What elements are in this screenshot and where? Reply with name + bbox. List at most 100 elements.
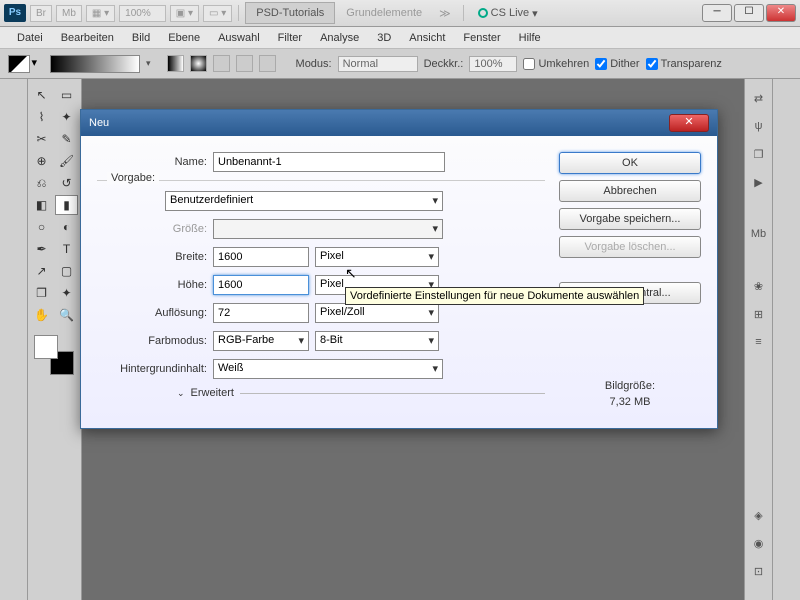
transparency-checkbox[interactable]: Transparenz xyxy=(646,58,722,70)
type-tool-icon[interactable]: T xyxy=(55,239,78,259)
gradient-angular-icon[interactable] xyxy=(213,55,230,72)
window-close-button[interactable]: ✕ xyxy=(766,4,796,22)
menu-3d[interactable]: 3D xyxy=(368,29,400,47)
shape-tool-icon[interactable]: ▢ xyxy=(55,261,78,281)
panel-icon[interactable]: ψ xyxy=(750,117,768,135)
ps-logo: Ps xyxy=(4,4,26,22)
bridge-button[interactable]: Br xyxy=(30,5,52,22)
resolution-unit-dropdown[interactable]: Pixel/Zoll xyxy=(315,303,439,323)
opacity-dropdown[interactable]: 100% xyxy=(469,56,517,72)
mode-dropdown[interactable]: Normal xyxy=(338,56,418,72)
menu-bild[interactable]: Bild xyxy=(123,29,159,47)
bitdepth-dropdown[interactable]: 8-Bit xyxy=(315,331,439,351)
menu-hilfe[interactable]: Hilfe xyxy=(510,29,550,47)
cancel-button[interactable]: Abbrechen xyxy=(559,180,701,202)
color-swatches[interactable] xyxy=(34,335,74,375)
minibridge-button[interactable]: Mb xyxy=(56,5,82,22)
height-input[interactable] xyxy=(213,275,309,295)
zoom-dropdown[interactable]: 100% xyxy=(119,5,166,22)
eyedropper-tool-icon[interactable]: ✎ xyxy=(55,129,78,149)
panel-icon[interactable]: ◉ xyxy=(750,534,768,552)
panel-icon[interactable]: ❐ xyxy=(750,145,768,163)
gradient-preview[interactable] xyxy=(50,55,140,73)
menubar: Datei Bearbeiten Bild Ebene Auswahl Filt… xyxy=(0,27,800,49)
history-tool-icon[interactable]: ↺ xyxy=(55,173,78,193)
window-minimize-button[interactable]: ─ xyxy=(702,4,732,22)
panel-icon[interactable]: ⊞ xyxy=(750,305,768,323)
foreground-color-swatch[interactable] xyxy=(34,335,58,359)
blur-tool-icon[interactable]: ○ xyxy=(30,217,53,237)
workspace-tab-grund[interactable]: Grundelemente xyxy=(335,2,433,24)
workspace-tab-psd[interactable]: PSD-Tutorials xyxy=(245,2,335,24)
reverse-checkbox[interactable]: Umkehren xyxy=(523,58,589,70)
dialog-title: Neu xyxy=(89,117,109,129)
width-unit-dropdown[interactable]: Pixel xyxy=(315,247,439,267)
menu-ansicht[interactable]: Ansicht xyxy=(400,29,454,47)
viewmode-dropdown[interactable]: ▦ ▾ xyxy=(86,5,115,22)
window-maximize-button[interactable]: ☐ xyxy=(734,4,764,22)
zoom-tool-icon[interactable]: 🔍 xyxy=(55,305,78,325)
panel-icon[interactable]: ⇄ xyxy=(750,89,768,107)
pen-tool-icon[interactable]: ✒ xyxy=(30,239,53,259)
panel-icon[interactable]: ≡ xyxy=(750,333,768,351)
dialog-titlebar[interactable]: Neu ✕ xyxy=(81,110,717,136)
wand-tool-icon[interactable]: ✦ xyxy=(55,107,78,127)
tool-preset-dropdown[interactable]: ▾ xyxy=(8,55,30,73)
mode-label: Modus: xyxy=(296,58,332,70)
marquee-tool-icon[interactable]: ▭ xyxy=(55,85,78,105)
3d-tool-icon[interactable]: ❐ xyxy=(30,283,53,303)
filesize-value: 7,32 MB xyxy=(559,396,701,408)
preset-dropdown[interactable]: Benutzerdefiniert xyxy=(165,191,443,211)
brush-tool-icon[interactable]: 🖌 xyxy=(55,151,78,171)
stamp-tool-icon[interactable]: ⎌ xyxy=(30,173,53,193)
menu-datei[interactable]: Datei xyxy=(8,29,52,47)
delete-preset-button: Vorgabe löschen... xyxy=(559,236,701,258)
options-bar: ▾ ▾ Modus: Normal Deckkr.: 100% Umkehren… xyxy=(0,49,800,79)
panel-icon[interactable]: Mb xyxy=(750,225,768,243)
cslive-button[interactable]: CS Live ▾ xyxy=(470,7,546,20)
menu-bearbeiten[interactable]: Bearbeiten xyxy=(52,29,123,47)
arrange-button[interactable]: ▣ ▾ xyxy=(170,5,199,22)
dodge-tool-icon[interactable]: ◐ xyxy=(55,217,78,237)
ok-button[interactable]: OK xyxy=(559,152,701,174)
filesize-label: Bildgröße: xyxy=(559,380,701,392)
menu-auswahl[interactable]: Auswahl xyxy=(209,29,269,47)
save-preset-button[interactable]: Vorgabe speichern... xyxy=(559,208,701,230)
panel-icon[interactable]: ◈ xyxy=(750,506,768,524)
collapsed-panel-left[interactable] xyxy=(0,79,28,600)
chevron-down-icon: ⌄ xyxy=(177,388,185,399)
width-label: Breite: xyxy=(97,251,207,263)
heal-tool-icon[interactable]: ⊕ xyxy=(30,151,53,171)
colormode-dropdown[interactable]: RGB-Farbe xyxy=(213,331,309,351)
move-tool-icon[interactable]: ↖ xyxy=(30,85,53,105)
new-document-dialog: Neu ✕ Name: Vorgabe: Benutzerdefiniert G… xyxy=(80,109,718,429)
right-panel-strip: ⇄ ψ ❐ ▶ Mb ❀ ⊞ ≡ ◈ ◉ ⊡ xyxy=(744,79,772,600)
gradient-linear-icon[interactable] xyxy=(167,55,184,72)
dialog-close-button[interactable]: ✕ xyxy=(669,114,709,132)
menu-analyse[interactable]: Analyse xyxy=(311,29,368,47)
resolution-input[interactable] xyxy=(213,303,309,323)
menu-ebene[interactable]: Ebene xyxy=(159,29,209,47)
menu-fenster[interactable]: Fenster xyxy=(454,29,509,47)
screenmode-button[interactable]: ▭ ▾ xyxy=(203,5,232,22)
more-tabs-icon[interactable]: ≫ xyxy=(433,7,457,20)
background-dropdown[interactable]: Weiß xyxy=(213,359,443,379)
panel-icon[interactable]: ⊡ xyxy=(750,562,768,580)
crop-tool-icon[interactable]: ✂ xyxy=(30,129,53,149)
panel-icon[interactable]: ▶ xyxy=(750,173,768,191)
path-tool-icon[interactable]: ↗ xyxy=(30,261,53,281)
size-label: Größe: xyxy=(97,223,207,235)
menu-filter[interactable]: Filter xyxy=(269,29,311,47)
hand-tool-icon[interactable]: ✋ xyxy=(30,305,53,325)
camera-tool-icon[interactable]: ✦ xyxy=(55,283,78,303)
gradient-diamond-icon[interactable] xyxy=(259,55,276,72)
dither-checkbox[interactable]: Dither xyxy=(595,58,639,70)
advanced-toggle[interactable]: ⌄ Erweitert xyxy=(177,387,545,399)
gradient-radial-icon[interactable] xyxy=(190,55,207,72)
panel-icon[interactable]: ❀ xyxy=(750,277,768,295)
collapsed-panel-right[interactable] xyxy=(772,79,800,600)
width-input[interactable] xyxy=(213,247,309,267)
lasso-tool-icon[interactable]: ⌇ xyxy=(30,107,53,127)
gradient-reflected-icon[interactable] xyxy=(236,55,253,72)
name-input[interactable] xyxy=(213,152,445,172)
